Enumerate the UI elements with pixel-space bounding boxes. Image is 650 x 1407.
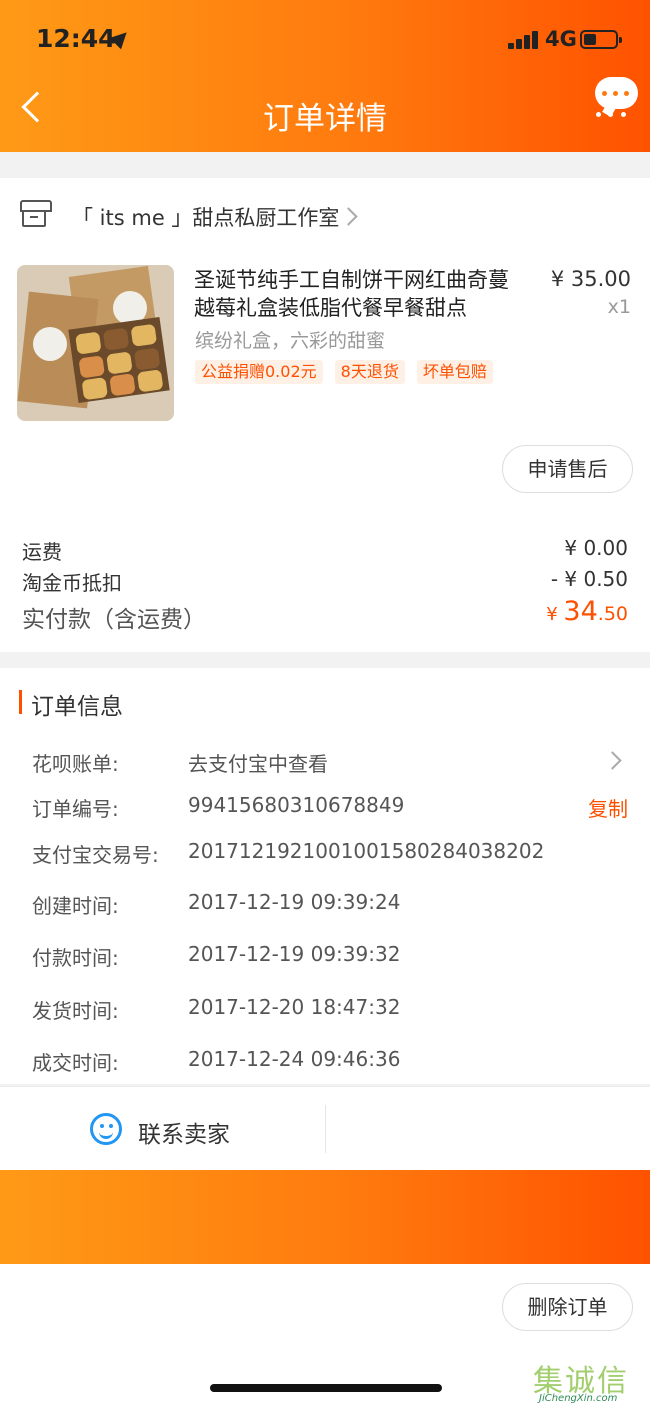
shipping-fee-label: 运费 (22, 540, 62, 564)
coin-discount-value: - ¥ 0.50 (550, 567, 628, 591)
product-price: ¥ 35.00 (550, 267, 631, 291)
section-accent-bar (19, 690, 22, 714)
alipay-trade-label: 支付宝交易号: (32, 843, 159, 867)
product-spec: 缤纷礼盒，六彩的甜蜜 (195, 330, 386, 352)
alipay-trade-value: 2017121921001001580284038202 (188, 839, 545, 863)
contact-seller-button[interactable]: 联系卖家 (138, 1115, 230, 1149)
shipping-fee-row: 运费 ¥ 0.00 (22, 536, 628, 565)
service-tags: 公益捐赠0.02元 8天退货 坏单包赔 (195, 360, 505, 384)
shop-icon (20, 200, 52, 227)
more-icon[interactable] (596, 112, 601, 117)
shop-name[interactable]: 「 its me 」甜点私厨工作室 (72, 202, 339, 232)
order-number-value: 99415680310678849 (188, 793, 405, 817)
copy-button[interactable]: 复制 (588, 793, 628, 822)
signal-icon (508, 31, 540, 49)
total-decimal: .50 (597, 603, 628, 625)
product-image[interactable] (17, 265, 174, 421)
page-title: 订单详情 (263, 101, 387, 137)
huabei-value[interactable]: 去支付宝中查看 (188, 748, 328, 777)
chevron-right-icon[interactable] (339, 207, 358, 226)
order-info-card: 订单信息 花呗账单: 去支付宝中查看 订单编号: 994156803106788… (0, 668, 650, 1084)
tag-return: 8天退货 (334, 360, 405, 384)
paid-time-value: 2017-12-19 09:39:32 (188, 942, 401, 966)
header: 12:44 4G 订单详情 (0, 0, 650, 152)
chat-smile-icon[interactable] (90, 1113, 122, 1145)
shipping-fee-value: ¥ 0.00 (564, 536, 628, 560)
watermark-url: JiChengXin.com (539, 1393, 618, 1404)
total-amount: ¥ 34.50 (546, 596, 628, 627)
total-label: 实付款（含运费） (22, 607, 206, 633)
product-quantity: x1 (607, 296, 631, 318)
huabei-label: 花呗账单: (32, 752, 119, 776)
order-number-label: 订单编号: (32, 797, 119, 821)
promo-banner[interactable] (0, 1170, 650, 1264)
divider (325, 1105, 326, 1153)
paid-time-label: 付款时间: (32, 946, 119, 970)
delete-order-button[interactable]: 删除订单 (502, 1283, 633, 1331)
section-title: 订单信息 (31, 694, 123, 720)
completed-time-label: 成交时间: (32, 1051, 119, 1075)
shipped-time-value: 2017-12-20 18:47:32 (188, 995, 401, 1019)
contact-bar: 联系卖家 (0, 1086, 650, 1170)
watermark-logo: 集诚信 JiChengXin.com (533, 1356, 650, 1407)
tag-charity: 公益捐赠0.02元 (195, 360, 323, 384)
coin-discount-row: 淘金币抵扣 - ¥ 0.50 (22, 567, 628, 596)
product-title[interactable]: 圣诞节纯手工自制饼干网红曲奇蔓越莓礼盒装低脂代餐早餐甜点 (194, 266, 524, 322)
bottom-action-area: 删除订单 集诚信 JiChengXin.com (0, 1264, 650, 1407)
chevron-right-icon[interactable] (603, 751, 622, 770)
total-integer: 34 (563, 596, 598, 627)
order-product-card: 「 its me 」甜点私厨工作室 圣诞节纯手工自制饼干网红曲奇蔓越莓礼盒装低脂… (0, 178, 650, 652)
coin-discount-label: 淘金币抵扣 (22, 571, 122, 595)
tag-damage-guarantee: 坏单包赔 (416, 360, 493, 384)
home-indicator[interactable] (210, 1384, 442, 1392)
battery-icon (580, 30, 622, 49)
network-type: 4G (545, 27, 577, 51)
message-bubble-icon[interactable] (595, 77, 638, 109)
shipped-time-label: 发货时间: (32, 999, 119, 1023)
completed-time-value: 2017-12-24 09:46:36 (188, 1047, 401, 1071)
created-time-value: 2017-12-19 09:39:24 (188, 890, 401, 914)
total-currency: ¥ (546, 604, 564, 625)
created-time-label: 创建时间: (32, 894, 119, 918)
after-sale-button[interactable]: 申请售后 (502, 445, 633, 493)
status-time: 12:44 (36, 24, 116, 53)
